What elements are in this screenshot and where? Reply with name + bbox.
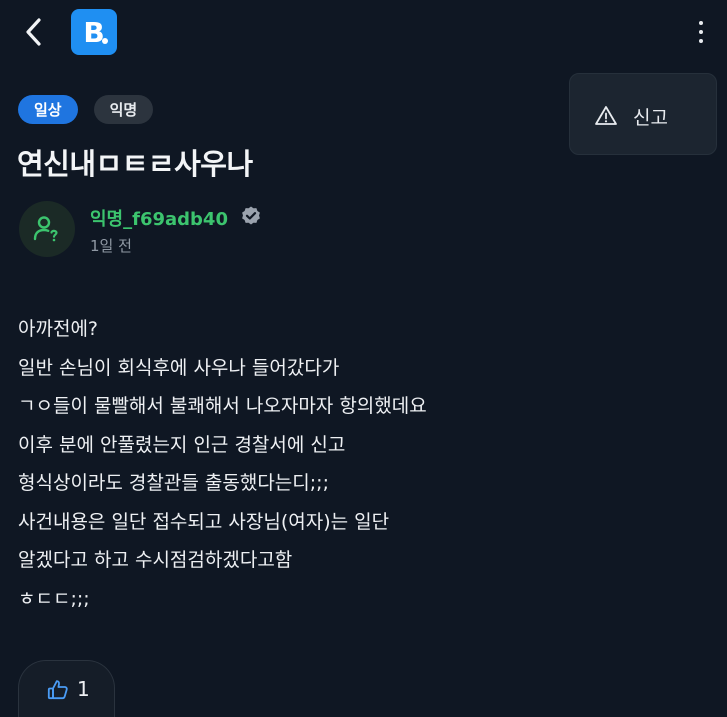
like-count: 1 [77,677,90,701]
avatar[interactable] [19,201,75,257]
logo-dot [102,38,108,44]
post-body-line: 알겠다고 하고 수시점검하겠다고함 [18,549,293,571]
author-name[interactable]: 익명_f69adb40 [90,205,228,231]
back-button[interactable] [18,14,50,50]
post-time: 1일 전 [90,237,132,255]
more-vertical-icon-dot [699,21,703,25]
thumbs-up-icon [47,680,68,700]
app-logo[interactable]: B [71,9,117,55]
warning-icon [595,106,617,125]
tag-list: 일상 익명 [18,95,154,124]
post-body-line: 일반 손님이 회식후에 사우나 들어갔다가 [18,356,340,379]
post-body-line: 이후 분에 안풀렸는지 인근 경찰서에 신고 [18,433,346,456]
menu-item-label: 신고 [633,107,668,129]
post-title: 연신내ㅁㅌㄹ사우나 [17,147,253,181]
post-body-line: ㄱㅇ들이 물빨해서 불쾌해서 나오자마자 항의했데요 [18,395,427,417]
post-body: 아까전에? 일반 손님이 회식후에 사우나 들어갔다가 ㄱㅇ들이 물빨해서 불쾌… [18,310,708,618]
chevron-left-icon [26,18,41,46]
logo-letter: B [83,15,105,49]
post-body-line: 사건내용은 일단 접수되고 사장님(여자)는 일단 [18,510,390,533]
post-body-line: 형식상이라도 경찰관들 출동했다는디;;; [18,472,329,494]
anonymous-user-icon [33,216,58,242]
menu-item-report[interactable]: 신고 [570,74,716,154]
tag-anonymous[interactable]: 익명 [93,95,154,124]
more-vertical-icon-dot [699,30,703,34]
tag-daily[interactable]: 일상 [18,95,78,124]
like-button[interactable]: 1 [18,660,115,717]
top-bar: B [0,0,727,64]
verified-badge-icon [242,206,260,225]
more-options-button[interactable] [688,16,714,48]
more-vertical-icon-dot [699,39,703,43]
post-body-line: ㅎㄷㄷ;;; [18,587,90,610]
options-menu: 신고 [569,73,717,155]
post-body-line: 아까전에? [18,318,99,340]
